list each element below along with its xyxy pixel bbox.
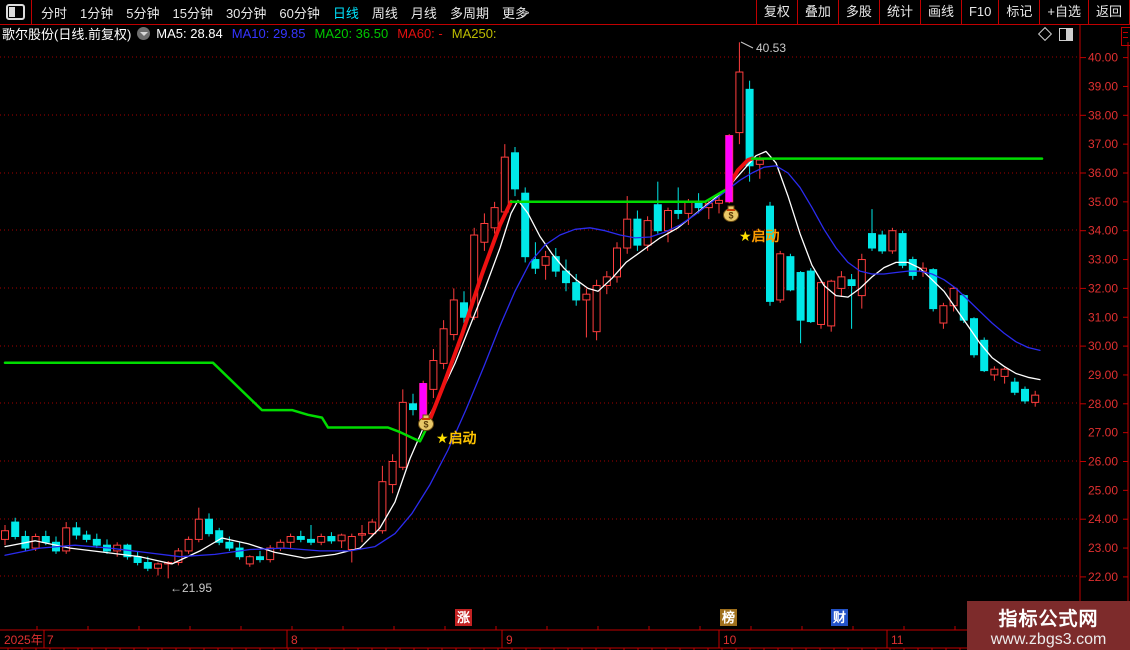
signal-label: ★启动 [436, 430, 477, 446]
indicator-green-left [3, 361, 430, 443]
svg-text:$: $ [728, 211, 733, 221]
svg-text:28.00: 28.00 [1088, 397, 1118, 411]
indicator-green-mid [509, 187, 729, 204]
money-bag-icon: $ [723, 205, 739, 222]
price-axis: 22.00 23.00 24.00 25.00 26.00 27.00 28.00 29.00… [1080, 51, 1128, 584]
svg-text:29.00: 29.00 [1088, 368, 1118, 382]
overlay-char: 涨 [455, 609, 472, 626]
svg-text:23.00: 23.00 [1088, 541, 1118, 555]
svg-text:26.00: 26.00 [1088, 455, 1118, 469]
grid-lines [0, 56, 1078, 577]
signal-label: ★启动 [739, 228, 780, 244]
svg-text:25.00: 25.00 [1088, 483, 1118, 497]
app-window: 分时 1分钟 5分钟 15分钟 30分钟 60分钟 日线 周线 月线 多周期 更多 > 复权 叠加 多股… [0, 0, 1130, 650]
svg-text:37.00: 37.00 [1088, 137, 1118, 151]
watermark-url: www.zbgs3.com [990, 631, 1107, 648]
svg-text:22.00: 22.00 [1088, 570, 1118, 584]
watermark-box: 指标公式网 www.zbgs3.com [967, 601, 1130, 650]
svg-text:2025年: 2025年 [4, 633, 43, 647]
svg-text:10: 10 [723, 633, 737, 647]
overlay-char: 财 [831, 609, 848, 626]
svg-text:34.00: 34.00 [1088, 224, 1118, 238]
chart-frame [0, 25, 1130, 649]
watermark-title: 指标公式网 [998, 609, 1099, 630]
svg-text:8: 8 [291, 633, 298, 647]
svg-text:27.00: 27.00 [1088, 426, 1118, 440]
svg-text:32.00: 32.00 [1088, 281, 1118, 295]
svg-text:7: 7 [47, 633, 54, 647]
svg-text:31.00: 31.00 [1088, 310, 1118, 324]
main-chart[interactable]: $★启动$★启动40.53←21.9522.0023.0024.0025.002… [0, 0, 1130, 650]
svg-text:11: 11 [891, 633, 904, 647]
svg-text:40.53: 40.53 [756, 41, 786, 55]
svg-text:9: 9 [506, 633, 513, 647]
svg-text:←21.95: ←21.95 [170, 581, 212, 595]
qidong-signal-1: $ ★启动 [418, 383, 477, 446]
trend-red-1 [425, 199, 513, 429]
svg-text:38.00: 38.00 [1088, 108, 1118, 122]
svg-text:36.00: 36.00 [1088, 166, 1118, 180]
svg-text:39.00: 39.00 [1088, 79, 1118, 93]
candles [1, 42, 1040, 579]
svg-text:$: $ [423, 420, 428, 430]
high-label: 40.53 [740, 41, 786, 55]
overlay-char: 榜 [720, 609, 737, 626]
svg-text:30.00: 30.00 [1088, 339, 1118, 353]
svg-text:40.00: 40.00 [1088, 51, 1118, 65]
svg-text:24.00: 24.00 [1088, 512, 1118, 526]
low-label: ←21.95 [170, 581, 212, 595]
svg-text:35.00: 35.00 [1088, 195, 1118, 209]
svg-text:33.00: 33.00 [1088, 253, 1118, 267]
